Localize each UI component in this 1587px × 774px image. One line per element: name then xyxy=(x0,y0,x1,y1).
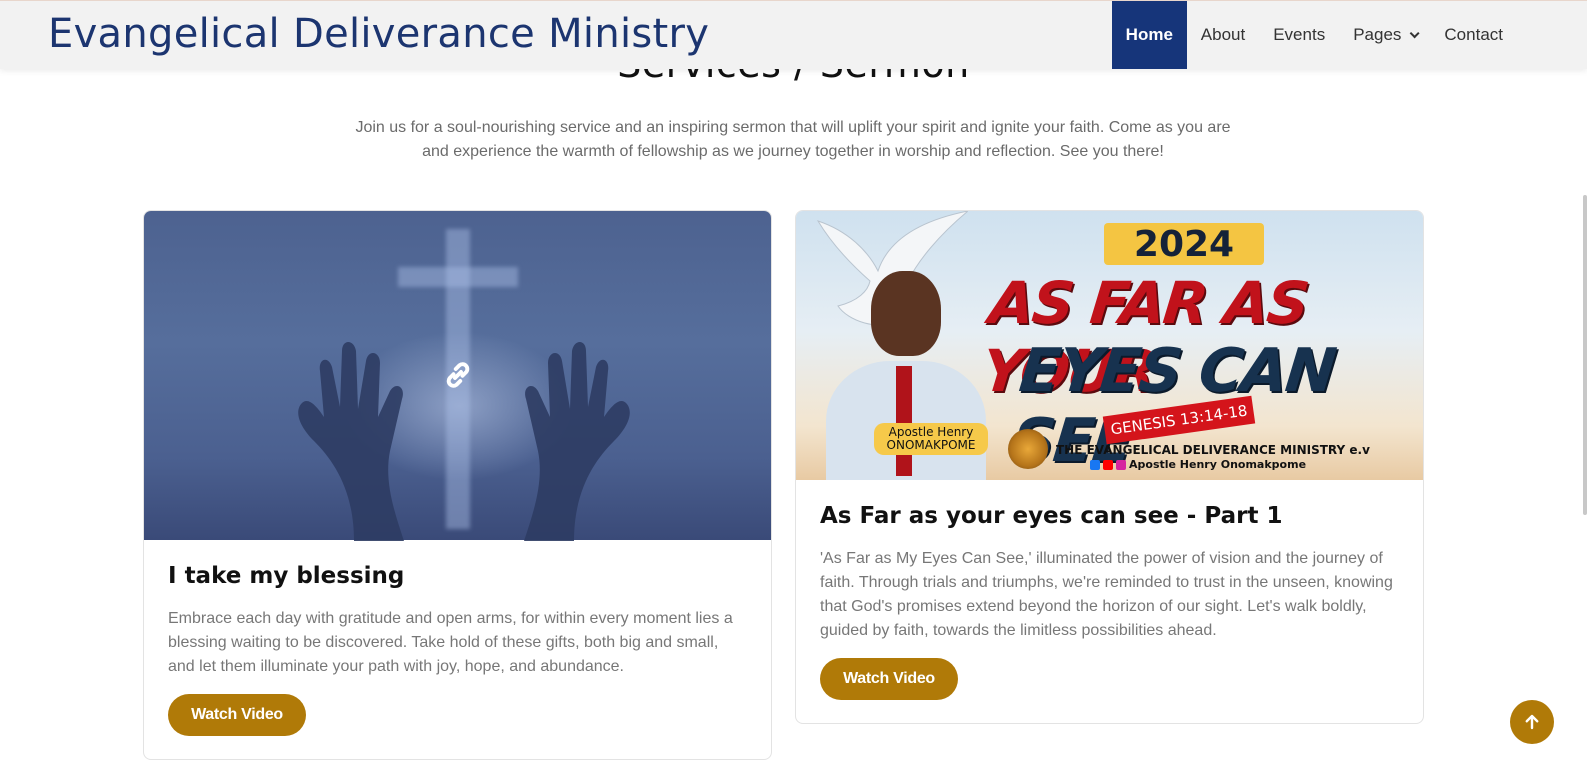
card-description: 'As Far as My Eyes Can See,' illuminated… xyxy=(820,550,1393,639)
watch-video-button[interactable]: Watch Video xyxy=(820,658,958,700)
nav-home[interactable]: Home xyxy=(1111,1,1187,69)
preacher-name-tag: Apostle Henry ONOMAKPOME xyxy=(874,423,988,455)
card-title[interactable]: As Far as your eyes can see - Part 1 xyxy=(820,503,1282,529)
social-handle: Apostle Henry Onomakpome xyxy=(1090,458,1306,471)
sermon-card-blessing: I take my blessing Embrace each day with… xyxy=(143,210,772,760)
card-description: Embrace each day with gratitude and open… xyxy=(168,610,733,675)
page-scrollbar[interactable] xyxy=(1583,195,1587,515)
brand-title[interactable]: Evangelical Deliverance Ministry xyxy=(48,11,709,57)
watch-video-button[interactable]: Watch Video xyxy=(168,694,306,736)
year-badge: 2024 xyxy=(1104,223,1264,265)
ministry-name: THE EVANGELICAL DELIVERANCE MINISTRY e.v xyxy=(1056,443,1370,457)
instagram-icon xyxy=(1116,459,1126,470)
chevron-down-icon xyxy=(1410,27,1420,38)
cross-graphic-bar xyxy=(398,267,518,287)
nav-pages-label: Pages xyxy=(1353,25,1402,44)
nav-events[interactable]: Events xyxy=(1259,1,1339,69)
sermon-card-eyes-can-see: 2024 AS FAR AS YOUR EYES CAN SEE GENESIS… xyxy=(795,210,1424,724)
social-handle-text: Apostle Henry Onomakpome xyxy=(1129,458,1307,471)
arrow-up-icon xyxy=(1525,714,1539,730)
youtube-icon xyxy=(1103,459,1113,470)
nav-pages[interactable]: Pages xyxy=(1339,1,1430,69)
navbar: Evangelical Deliverance Ministry Home Ab… xyxy=(0,0,1587,69)
scroll-to-top-button[interactable] xyxy=(1510,700,1554,744)
nav-contact[interactable]: Contact xyxy=(1430,1,1517,69)
nav-about[interactable]: About xyxy=(1187,1,1259,69)
main-nav: Home About Events Pages Contact xyxy=(1111,1,1517,69)
right-hand-graphic xyxy=(524,342,630,541)
preacher-name-line2: ONOMAKPOME xyxy=(886,438,976,452)
sermon-banner-image[interactable]: 2024 AS FAR AS YOUR EYES CAN SEE GENESIS… xyxy=(796,211,1423,480)
link-icon[interactable] xyxy=(440,357,476,393)
facebook-icon xyxy=(1090,459,1100,470)
ministry-seal-icon xyxy=(1008,429,1048,469)
section-intro: Join us for a soul-nourishing service an… xyxy=(355,119,1231,160)
left-hand-graphic xyxy=(298,342,404,541)
card-title[interactable]: I take my blessing xyxy=(168,563,404,589)
sermon-image-blessing[interactable] xyxy=(144,211,771,541)
